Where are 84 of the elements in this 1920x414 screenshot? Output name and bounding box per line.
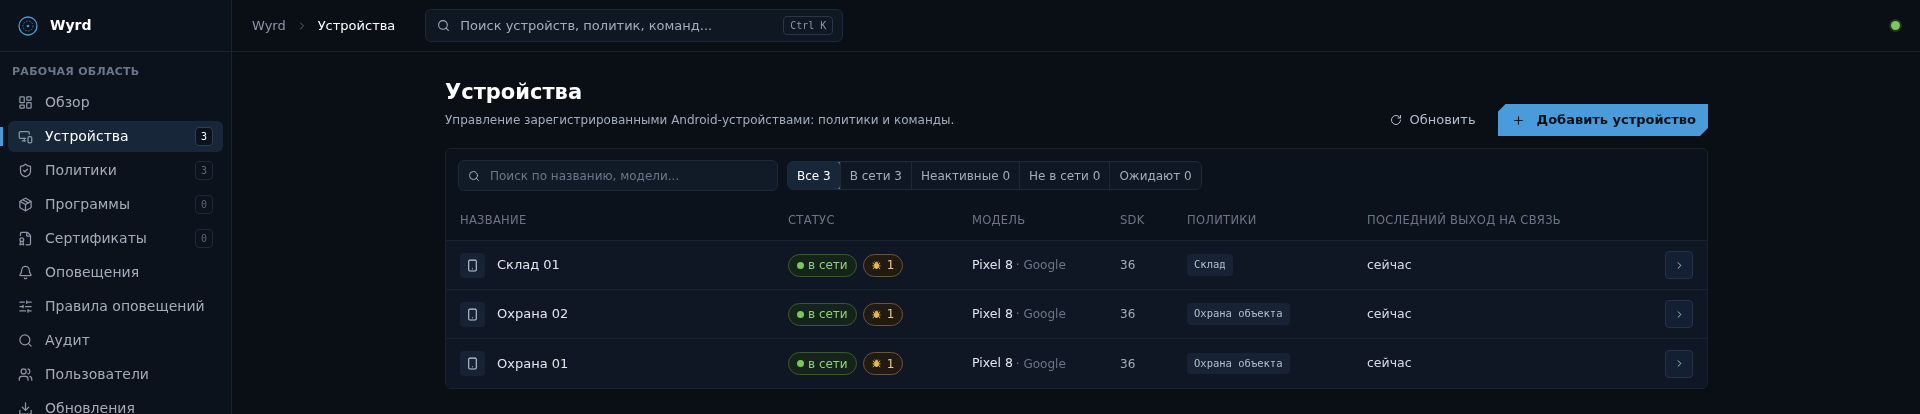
open-device-button[interactable] — [1665, 251, 1693, 279]
nav-item[interactable]: Аудит — [8, 324, 223, 356]
nav-item[interactable]: Оповещения — [8, 256, 223, 288]
column-header: МОДЕЛЬ — [972, 211, 1026, 229]
phone-icon — [460, 351, 485, 376]
plus-icon — [1511, 113, 1525, 127]
search-icon — [18, 332, 33, 348]
status-badge: в сети — [788, 302, 857, 326]
breadcrumb-current: Устройства — [317, 16, 396, 35]
column-header: ПОЛИТИКИ — [1187, 211, 1257, 229]
page-title: Устройства — [445, 79, 584, 106]
device-name: Охрана 02 — [497, 305, 569, 324]
policy-tag: Охрана объекта — [1187, 352, 1290, 375]
users-icon — [18, 366, 33, 382]
filter-tab[interactable]: Все 3 — [788, 162, 840, 189]
nav-item[interactable]: Обзор — [8, 86, 223, 118]
vendor-name: · Google — [1015, 306, 1066, 323]
count-badge: 3 — [194, 126, 213, 146]
vendor-name: · Google — [1015, 257, 1066, 274]
refresh-button[interactable]: Обновить — [1387, 110, 1478, 130]
column-header: НАЗВАНИЕ — [460, 211, 527, 229]
model-name: Pixel 8 — [972, 304, 1013, 323]
status-badge: в сети — [788, 352, 857, 375]
filter-tab[interactable]: Ожидают 0 — [1109, 162, 1201, 189]
search-icon — [468, 170, 480, 182]
phone-icon — [460, 252, 485, 278]
devices-icon — [18, 128, 33, 144]
sliders-icon — [18, 298, 33, 314]
policy-tag: Охрана объекта — [1187, 303, 1290, 325]
shield-icon — [18, 162, 33, 178]
warning-badge: 1 — [862, 352, 904, 375]
nav-item[interactable]: Пользователи — [8, 358, 223, 390]
filter-tab[interactable]: Не в сети 0 — [1019, 162, 1110, 189]
refresh-icon — [1389, 114, 1402, 126]
section-heading: РАБОЧАЯ ОБЛАСТЬ — [11, 64, 141, 80]
last-seen: сейчас — [1367, 255, 1412, 274]
model-name: Pixel 8 — [972, 354, 1013, 373]
phone-icon — [460, 301, 485, 327]
table-search-field[interactable]: Поиск по названию, модели... — [458, 160, 778, 191]
sdk-value: 36 — [1120, 257, 1136, 274]
app-name: Wyrd — [50, 16, 92, 35]
bell-icon — [18, 264, 33, 280]
page-subtitle: Управление зарегистрированными Android-устройствами: политики и команды. — [445, 111, 955, 129]
nav-item[interactable]: Правила оповещений — [8, 290, 223, 322]
nav-item[interactable]: Сертификаты 0 — [8, 222, 223, 254]
column-header: СТАТУС — [788, 211, 835, 229]
last-seen: сейчас — [1367, 354, 1412, 373]
logo-icon — [18, 15, 38, 36]
count-badge: 0 — [194, 194, 213, 214]
open-device-button[interactable] — [1665, 300, 1693, 328]
table-row[interactable]: Склад 01 в сети 1 Pixel 8 · Google 36 Склад сейчас — [446, 241, 1707, 290]
policy-tag: Склад — [1187, 254, 1233, 276]
warning-badge: 1 — [862, 302, 904, 326]
column-header: ПОСЛЕДНИЙ ВЫХОД НА СВЯЗЬ — [1367, 211, 1561, 229]
nav-item[interactable]: Политики 3 — [8, 154, 223, 186]
add-device-button[interactable]: Добавить устройство — [1497, 104, 1708, 136]
search-icon — [437, 19, 451, 32]
package-icon — [18, 196, 33, 212]
nav-item[interactable]: Обновления — [8, 392, 223, 414]
model-name: Pixel 8 — [972, 255, 1013, 274]
open-device-button[interactable] — [1665, 349, 1693, 378]
breadcrumb-link[interactable]: Wyrd — [252, 15, 286, 36]
active-indicator — [0, 126, 3, 146]
filter-tab[interactable]: Неактивные 0 — [911, 162, 1020, 189]
last-seen: сейчас — [1367, 304, 1412, 323]
device-name: Охрана 01 — [497, 354, 569, 373]
column-header: SDK — [1120, 211, 1145, 229]
nav-item[interactable]: Программы 0 — [8, 188, 223, 220]
shortcut-hint: Ctrl K — [783, 16, 834, 35]
warning-badge: 1 — [862, 253, 904, 277]
download-icon — [18, 400, 33, 414]
count-badge: 0 — [194, 228, 213, 248]
nav-item[interactable]: Устройства 3 — [8, 120, 223, 152]
filter-tab[interactable]: В сети 3 — [839, 162, 911, 189]
table-row[interactable]: Охрана 02 в сети 1 Pixel 8 · Google 36 Охрана объекта сейчас — [446, 290, 1707, 339]
sdk-value: 36 — [1120, 306, 1136, 323]
certificate-icon — [18, 230, 33, 246]
count-badge: 3 — [194, 160, 213, 180]
sdk-value: 36 — [1120, 355, 1136, 373]
dashboard-icon — [18, 94, 33, 110]
vendor-name: · Google — [1015, 355, 1066, 373]
table-row[interactable]: Охрана 01 в сети 1 Pixel 8 · Google 36 Охрана объекта сейчас — [446, 339, 1707, 388]
status-badge: в сети — [788, 253, 857, 277]
device-name: Склад 01 — [497, 256, 560, 275]
